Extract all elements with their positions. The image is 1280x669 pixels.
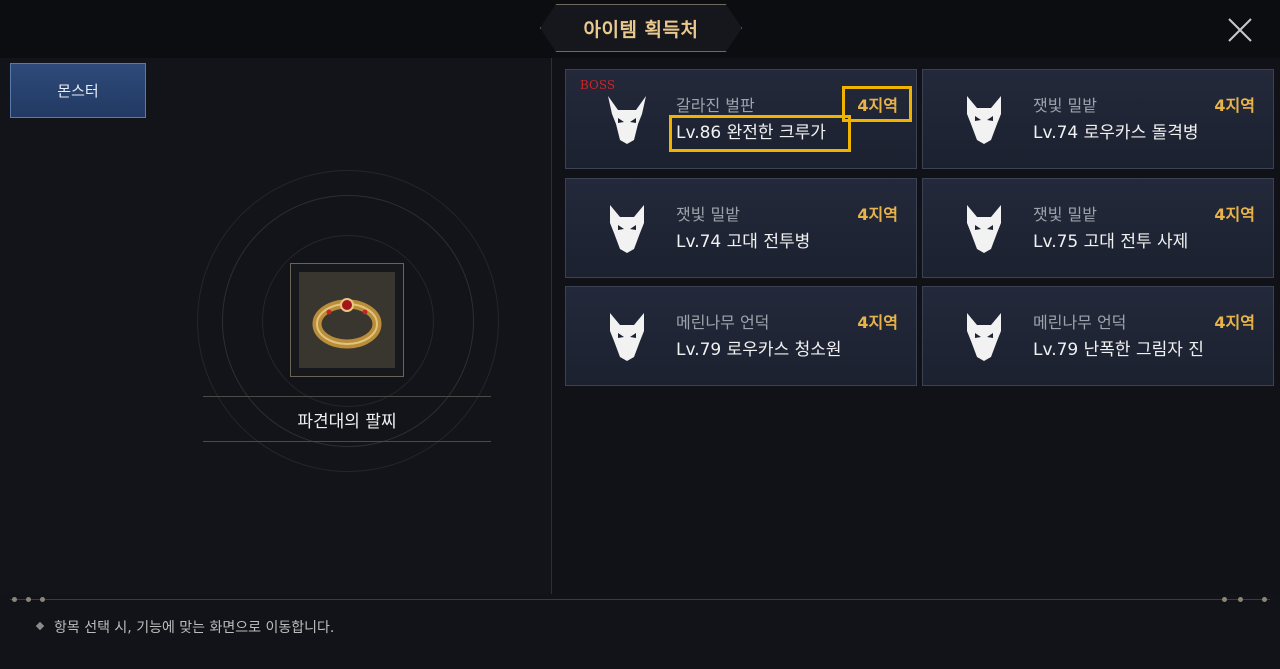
highlight-monster-box [669, 115, 851, 152]
region-name: 갈라진 벌판 [676, 96, 755, 115]
close-button[interactable] [1222, 14, 1258, 46]
divider-ornament [26, 597, 31, 602]
source-card[interactable]: 메린나무 언덕 4지역 Lv.79 로우카스 청소원 [565, 286, 917, 386]
wolf-icon [967, 313, 1001, 361]
monster-name: Lv.75 고대 전투 사제 [1033, 232, 1189, 252]
source-card[interactable]: 메린나무 언덕 4지역 Lv.79 난폭한 그림자 진 [922, 286, 1274, 386]
footer-divider [10, 599, 1270, 600]
divider-ornament [40, 597, 45, 602]
monster-name: Lv.79 로우카스 청소원 [676, 340, 842, 360]
divider-ornament [1222, 597, 1227, 602]
wolf-icon [967, 96, 1001, 144]
item-slot [299, 272, 395, 368]
source-card[interactable]: 잿빛 밀밭 4지역 Lv.74 고대 전투병 [565, 178, 917, 278]
zone-label: 4지역 [857, 205, 898, 224]
boss-tag: BOSS [580, 78, 616, 92]
divider-ornament [1262, 597, 1267, 602]
highlight-zone-box [842, 86, 912, 122]
item-icon-frame [290, 263, 404, 377]
divider-ornament [1238, 597, 1243, 602]
region-name: 잿빛 밀밭 [1033, 205, 1097, 224]
bracelet-icon [312, 298, 382, 349]
item-name-bar: 파견대의 팔찌 [203, 396, 491, 442]
zone-label: 4지역 [1214, 313, 1255, 332]
region-name: 메린나무 언덕 [676, 313, 770, 332]
wolf-icon [967, 205, 1001, 253]
wolf-icon [610, 313, 644, 361]
close-icon [1228, 18, 1252, 42]
region-name: 잿빛 밀밭 [1033, 96, 1097, 115]
wolf-icon [610, 205, 644, 253]
window-title: 아이템 획득처 [583, 18, 699, 41]
region-name: 메린나무 언덕 [1033, 313, 1127, 332]
monster-name: Lv.79 난폭한 그림자 진 [1033, 340, 1204, 360]
item-name: 파견대의 팔찌 [297, 411, 397, 432]
boss-demon-icon [608, 96, 646, 144]
zone-label: 4지역 [1214, 96, 1255, 115]
monster-name: Lv.74 고대 전투병 [676, 232, 811, 252]
window-header: 아이템 획득처 [0, 0, 1280, 59]
zone-label: 4지역 [1214, 205, 1255, 224]
tab-monster[interactable]: 몬스터 [10, 63, 146, 118]
monster-name: Lv.74 로우카스 돌격병 [1033, 123, 1199, 143]
source-card[interactable]: 잿빛 밀밭 4지역 Lv.74 로우카스 돌격병 [922, 69, 1274, 169]
divider-ornament [12, 597, 17, 602]
footer-hint: 항목 선택 시, 기능에 맞는 화면으로 이동합니다. [54, 620, 335, 636]
region-name: 잿빛 밀밭 [676, 205, 740, 224]
title-plate: 아이템 획득처 [540, 4, 742, 52]
source-card[interactable]: 잿빛 밀밭 4지역 Lv.75 고대 전투 사제 [922, 178, 1274, 278]
zone-label: 4지역 [857, 313, 898, 332]
